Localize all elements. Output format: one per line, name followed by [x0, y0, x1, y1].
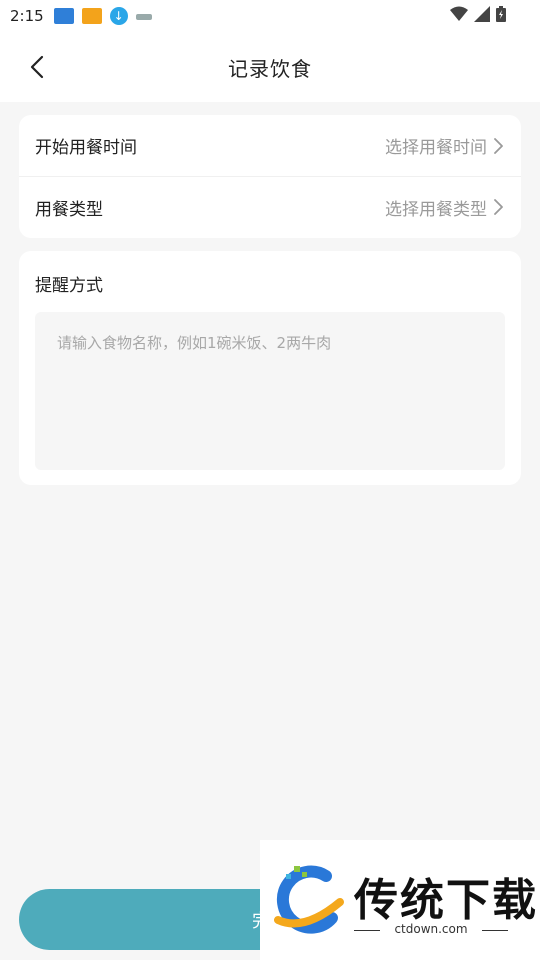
app-header: 记录饮食: [0, 32, 540, 102]
signal-icon: [474, 6, 490, 22]
food-input[interactable]: [35, 312, 505, 470]
chevron-right-icon: [494, 137, 503, 154]
start-time-label: 开始用餐时间: [35, 138, 137, 158]
status-bar: 2:15 ↓: [0, 0, 540, 32]
start-time-row[interactable]: 开始用餐时间 选择用餐时间: [19, 115, 521, 176]
start-time-selector[interactable]: 选择用餐时间: [385, 133, 505, 158]
download-icon: ↓: [109, 7, 128, 25]
chevron-left-icon: [30, 55, 44, 79]
page-title: 记录饮食: [228, 56, 312, 81]
watermark-url: ctdown.com: [354, 922, 508, 936]
battery-icon: [496, 6, 506, 22]
wifi-icon: [450, 6, 468, 21]
chevron-right-icon: [494, 199, 503, 215]
watermark-overlay: 传统下载 ctdown.com: [260, 840, 540, 960]
brand-logo-icon: [274, 865, 344, 934]
status-indicators: [450, 6, 506, 22]
status-time: 2:15: [10, 7, 44, 25]
meal-type-label: 用餐类型: [35, 199, 103, 220]
meal-type-selector[interactable]: 选择用餐类型: [385, 195, 505, 220]
back-button[interactable]: [22, 52, 52, 82]
app-notification-icon: [53, 8, 74, 24]
watermark-brand: 传统下载: [354, 875, 538, 926]
app-notification-icon: [135, 14, 152, 20]
meal-type-row[interactable]: 用餐类型 选择用餐类型: [19, 176, 521, 237]
reminder-card: 提醒方式: [19, 251, 521, 485]
meal-info-card: 开始用餐时间 选择用餐时间 用餐类型 选择用餐类型: [19, 115, 521, 238]
start-time-value: 选择用餐时间: [385, 138, 487, 158]
reminder-title: 提醒方式: [35, 276, 103, 296]
meal-type-value: 选择用餐类型: [385, 199, 487, 220]
app-notification-icon: [81, 8, 102, 24]
